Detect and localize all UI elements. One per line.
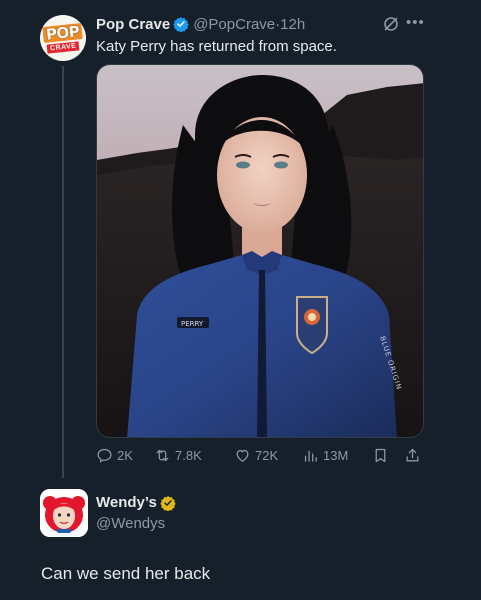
popcrave-avatar[interactable]: POP CRAVE <box>40 15 86 61</box>
reply-text: Can we send her back <box>41 564 211 583</box>
bookmark-icon <box>375 448 386 463</box>
reply-author-display-name[interactable]: Wendy’s <box>96 494 157 511</box>
reply-header: Wendy’s <box>96 494 180 511</box>
media-photo: PERRY BLUE ORIGIN <box>97 65 423 437</box>
repost-action[interactable]: 7.8K <box>154 447 202 464</box>
author-display-name[interactable]: Pop Crave <box>96 16 170 33</box>
reply-author-handle[interactable]: @Wendys <box>96 515 165 532</box>
view-count: 13M <box>323 448 349 463</box>
reply-action[interactable]: 2K <box>96 447 133 464</box>
verified-badge-icon <box>173 17 189 32</box>
name-patch-text: PERRY <box>181 320 204 328</box>
views-action[interactable]: 13M <box>302 447 348 464</box>
repost-count: 7.8K <box>175 448 202 463</box>
wendys-logo <box>40 489 88 537</box>
tweet-text: Katy Perry has returned from space. <box>96 38 337 55</box>
heart-icon <box>236 449 249 462</box>
share-action[interactable] <box>404 447 425 464</box>
tweet-media-image[interactable]: PERRY BLUE ORIGIN <box>96 64 424 438</box>
like-count: 72K <box>255 448 279 463</box>
bookmark-action[interactable] <box>372 447 393 464</box>
tweet-header: Pop Crave @PopCrave · 12h <box>96 14 305 34</box>
grok-icon[interactable] <box>383 16 399 32</box>
reply-count: 2K <box>117 448 133 463</box>
avatar-logo-pop: POP <box>42 22 84 43</box>
share-icon <box>406 448 419 462</box>
wendys-avatar[interactable] <box>40 489 88 537</box>
views-chart-icon <box>304 450 317 462</box>
verified-gold-badge-icon <box>160 495 176 511</box>
thread-connector-line <box>62 66 64 478</box>
reply-icon <box>97 448 112 463</box>
author-handle[interactable]: @PopCrave <box>193 16 275 33</box>
tweet-action-bar: 2K 7.8K 72K 13M <box>96 445 426 467</box>
like-action[interactable]: 72K <box>234 447 278 464</box>
tweet-timestamp[interactable]: 12h <box>280 16 305 33</box>
repost-icon <box>156 449 169 462</box>
more-options-icon[interactable]: ••• <box>406 14 425 31</box>
